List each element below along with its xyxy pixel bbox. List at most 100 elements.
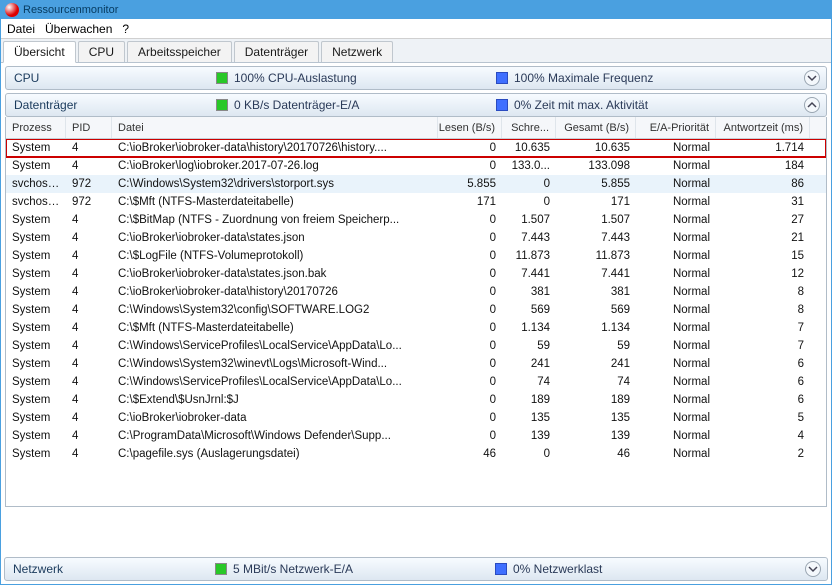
table-cell: C:\$Mft (NTFS-Masterdateitabelle)	[112, 322, 438, 334]
table-cell: 4	[66, 286, 112, 298]
menu-monitor[interactable]: Überwachen	[45, 22, 112, 36]
table-cell: System	[6, 322, 66, 334]
table-cell: Normal	[636, 304, 716, 316]
table-cell: Normal	[636, 358, 716, 370]
table-cell: Normal	[636, 322, 716, 334]
table-cell: 59	[556, 340, 636, 352]
net-io-text: 5 MBit/s Netzwerk-E/A	[233, 562, 353, 576]
network-section-header[interactable]: Netzwerk 5 MBit/s Netzwerk-E/A 0% Netzwe…	[4, 557, 828, 581]
table-cell: 0	[438, 250, 502, 262]
col-read[interactable]: Lesen (B/s)	[438, 117, 502, 138]
table-cell: C:\ioBroker\iobroker-data\states.json	[112, 232, 438, 244]
table-cell: 4	[66, 376, 112, 388]
table-cell: 1.507	[502, 214, 556, 226]
table-cell: 0	[438, 142, 502, 154]
tab-network[interactable]: Netzwerk	[321, 41, 393, 62]
table-row[interactable]: System4C:\Windows\System32\winevt\Logs\M…	[6, 355, 826, 373]
chevron-down-icon[interactable]	[805, 561, 821, 577]
table-row[interactable]: System4C:\$Mft (NTFS-Masterdateitabelle)…	[6, 319, 826, 337]
table-row[interactable]: System4C:\ioBroker\iobroker-data\states.…	[6, 265, 826, 283]
table-cell: Normal	[636, 196, 716, 208]
table-row[interactable]: System4C:\ProgramData\Microsoft\Windows …	[6, 427, 826, 445]
disk-activity-swatch-icon	[496, 99, 508, 111]
table-cell: 0	[438, 394, 502, 406]
table-row[interactable]: System4C:\ioBroker\iobroker-data\history…	[6, 139, 826, 157]
table-row[interactable]: System4C:\Windows\ServiceProfiles\LocalS…	[6, 337, 826, 355]
disk-io-text: 0 KB/s Datenträger-E/A	[234, 98, 359, 112]
col-pid[interactable]: PID	[66, 117, 112, 138]
tab-strip: Übersicht CPU Arbeitsspeicher Datenträge…	[1, 39, 831, 63]
col-file[interactable]: Datei	[112, 117, 438, 138]
table-row[interactable]: System4C:\ioBroker\iobroker-data0135135N…	[6, 409, 826, 427]
table-row[interactable]: svchost...972C:\Windows\System32\drivers…	[6, 175, 826, 193]
table-cell: System	[6, 160, 66, 172]
menu-help[interactable]: ?	[122, 22, 129, 36]
cpu-freq-swatch-icon	[496, 72, 508, 84]
col-write[interactable]: Schre...	[502, 117, 556, 138]
chevron-up-icon[interactable]	[804, 97, 820, 113]
col-response[interactable]: Antwortzeit (ms)	[716, 117, 810, 138]
col-total[interactable]: Gesamt (B/s)	[556, 117, 636, 138]
table-cell: Normal	[636, 376, 716, 388]
table-cell: 4	[66, 304, 112, 316]
disk-activity-text: 0% Zeit mit max. Aktivität	[514, 98, 648, 112]
cpu-section-header[interactable]: CPU 100% CPU-Auslastung 100% Maximale Fr…	[5, 66, 827, 90]
cpu-section: CPU 100% CPU-Auslastung 100% Maximale Fr…	[1, 66, 831, 90]
table-cell: 972	[66, 196, 112, 208]
table-cell: Normal	[636, 286, 716, 298]
table-row[interactable]: System4C:\Windows\System32\config\SOFTWA…	[6, 301, 826, 319]
table-row[interactable]: System4C:\ioBroker\iobroker-data\history…	[6, 283, 826, 301]
table-row[interactable]: System4C:\$Extend\$UsnJrnl:$J0189189Norm…	[6, 391, 826, 409]
col-process[interactable]: Prozess	[6, 117, 66, 138]
chevron-down-icon[interactable]	[804, 70, 820, 86]
table-row[interactable]: svchost...972C:\$Mft (NTFS-Masterdateita…	[6, 193, 826, 211]
table-cell: 8	[716, 304, 810, 316]
table-cell: C:\Windows\System32\config\SOFTWARE.LOG2	[112, 304, 438, 316]
table-cell: Normal	[636, 250, 716, 262]
table-cell: 10.635	[556, 142, 636, 154]
table-cell: System	[6, 232, 66, 244]
table-row[interactable]: System4C:\Windows\ServiceProfiles\LocalS…	[6, 373, 826, 391]
menu-bar: Datei Überwachen ?	[1, 19, 831, 39]
cpu-title: CPU	[6, 71, 216, 85]
table-row[interactable]: System4C:\ioBroker\log\iobroker.2017-07-…	[6, 157, 826, 175]
table-cell: 6	[716, 376, 810, 388]
table-row[interactable]: System4C:\ioBroker\iobroker-data\states.…	[6, 229, 826, 247]
table-row[interactable]: System4C:\pagefile.sys (Auslagerungsdate…	[6, 445, 826, 463]
col-priority[interactable]: E/A-Priorität	[636, 117, 716, 138]
table-cell: 0	[438, 412, 502, 424]
table-cell: System	[6, 376, 66, 388]
table-cell: 381	[502, 286, 556, 298]
table-cell: Normal	[636, 142, 716, 154]
tab-disk[interactable]: Datenträger	[234, 41, 319, 62]
table-cell: System	[6, 268, 66, 280]
table-cell: Normal	[636, 448, 716, 460]
table-cell: 7	[716, 322, 810, 334]
table-cell: 11.873	[556, 250, 636, 262]
table-cell: C:\$Extend\$UsnJrnl:$J	[112, 394, 438, 406]
table-row[interactable]: System4C:\$LogFile (NTFS-Volumeprotokoll…	[6, 247, 826, 265]
disk-table-header: Prozess PID Datei Lesen (B/s) Schre... G…	[6, 117, 826, 139]
table-cell: 2	[716, 448, 810, 460]
table-cell: 4	[66, 142, 112, 154]
table-cell: System	[6, 340, 66, 352]
menu-file[interactable]: Datei	[7, 22, 35, 36]
tab-overview[interactable]: Übersicht	[3, 41, 76, 63]
table-cell: 4	[66, 448, 112, 460]
table-cell: 4	[66, 322, 112, 334]
table-cell: Normal	[636, 394, 716, 406]
table-cell: C:\Windows\System32\winevt\Logs\Microsof…	[112, 358, 438, 370]
table-cell: 8	[716, 286, 810, 298]
cpu-usage-swatch-icon	[216, 72, 228, 84]
table-cell: 10.635	[502, 142, 556, 154]
table-cell: 5	[716, 412, 810, 424]
disk-section-header[interactable]: Datenträger 0 KB/s Datenträger-E/A 0% Ze…	[5, 93, 827, 117]
table-cell: 5.855	[556, 178, 636, 190]
tab-cpu[interactable]: CPU	[78, 41, 125, 62]
table-cell: 0	[438, 268, 502, 280]
table-cell: System	[6, 142, 66, 154]
table-cell: 31	[716, 196, 810, 208]
table-row[interactable]: System4C:\$BitMap (NTFS - Zuordnung von …	[6, 211, 826, 229]
tab-memory[interactable]: Arbeitsspeicher	[127, 41, 232, 62]
disk-table: Prozess PID Datei Lesen (B/s) Schre... G…	[5, 117, 827, 507]
